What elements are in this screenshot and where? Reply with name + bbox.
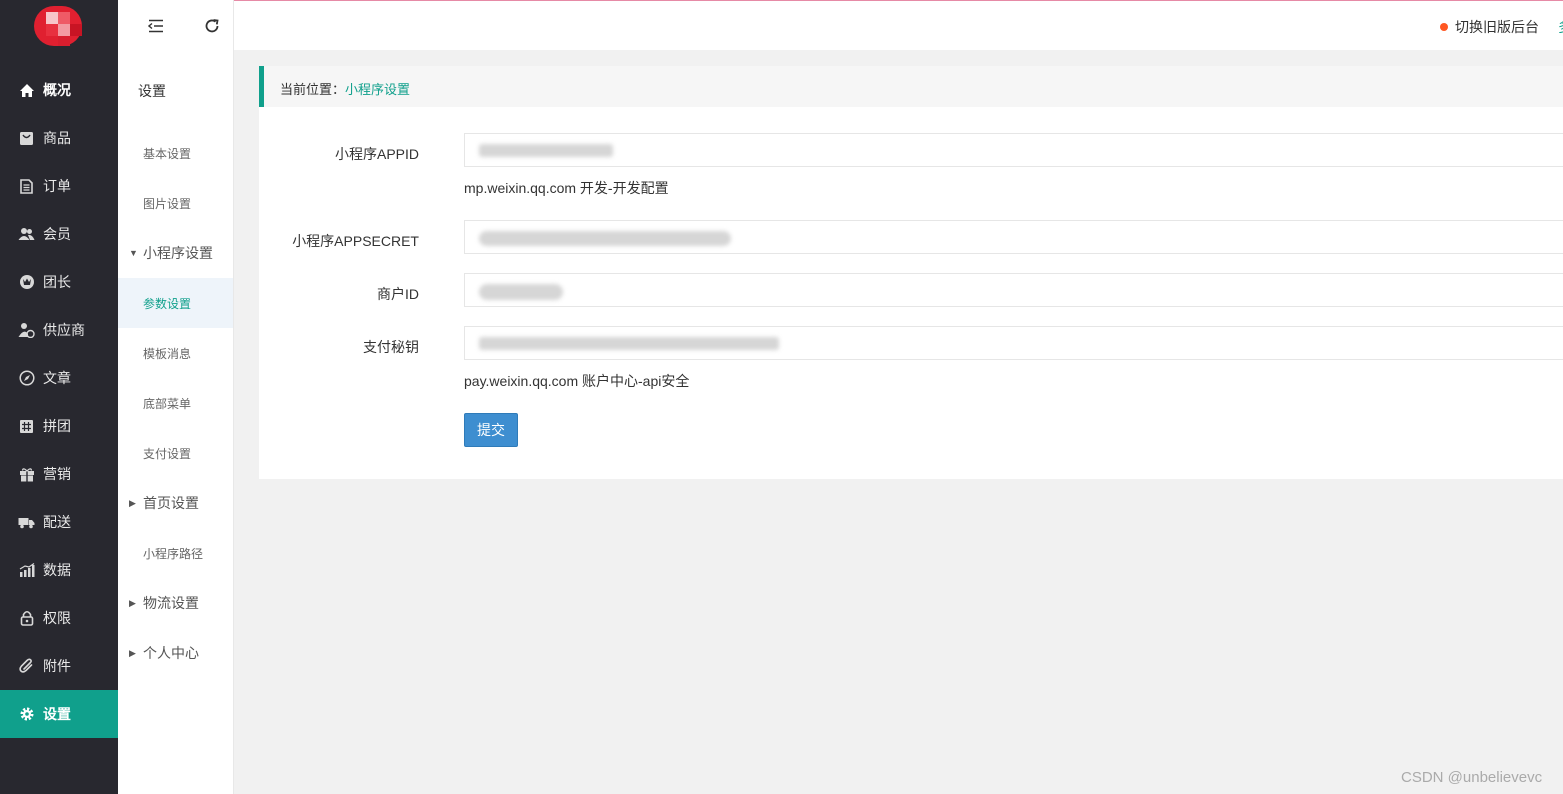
nav-item-label: 商品 — [43, 130, 71, 146]
nav-item-overview[interactable]: 概况 — [0, 66, 118, 114]
nav-item-label: 订单 — [43, 178, 71, 194]
appid-label: 小程序APPID — [334, 146, 419, 162]
refresh-icon[interactable] — [201, 15, 223, 37]
caret-right-icon: ▶ — [129, 497, 136, 508]
masked-value — [479, 284, 563, 300]
nav-item-data[interactable]: 数据 — [0, 546, 118, 594]
masked-value — [479, 144, 613, 157]
masked-value — [479, 337, 779, 350]
compass-icon — [18, 370, 35, 387]
nav-item-label: 配送 — [43, 514, 71, 530]
grid-icon — [18, 418, 35, 435]
paperclip-icon — [18, 658, 35, 675]
supplier-icon — [18, 322, 35, 339]
subnav-group-homepage[interactable]: ▶ 首页设置 — [118, 478, 233, 528]
content-panel: 当前位置：小程序设置 小程序APPID mp.weixin.qq.com 开发-… — [259, 66, 1563, 479]
subnav-item-basic[interactable]: 基本设置 — [118, 128, 233, 178]
nav-item-settings[interactable]: 设置 — [0, 690, 118, 738]
shopping-bag-icon — [18, 130, 35, 147]
pay-key-label: 支付秘钥 — [363, 339, 419, 355]
nav-item-suppliers[interactable]: 供应商 — [0, 306, 118, 354]
pay-key-input[interactable] — [464, 326, 1563, 360]
subnav-group-miniprogram[interactable]: ▼ 小程序设置 — [118, 228, 233, 278]
settings-subnav: 设置 基本设置 图片设置 ▼ 小程序设置 参数设置 模板消息 底部菜单 支付设置… — [118, 0, 234, 794]
nav-item-group-buy[interactable]: 拼团 — [0, 402, 118, 450]
nav-item-label: 权限 — [43, 610, 71, 626]
main-sidebar: 概况 商品 订单 会员 团长 供应商 文章 拼团 营销 配送 数据 权限 附件 … — [0, 0, 118, 794]
appid-hint: mp.weixin.qq.com 开发-开发配置 — [464, 180, 669, 196]
logo — [34, 2, 84, 52]
nav-item-label: 概况 — [43, 82, 71, 98]
collapse-menu-icon[interactable] — [145, 15, 167, 37]
nav-item-orders[interactable]: 订单 — [0, 162, 118, 210]
nav-item-permissions[interactable]: 权限 — [0, 594, 118, 642]
gift-icon — [18, 466, 35, 483]
nav-item-label: 供应商 — [43, 322, 85, 338]
nav-item-label: 设置 — [43, 706, 71, 722]
breadcrumb-current[interactable]: 小程序设置 — [345, 82, 410, 97]
nav-item-label: 拼团 — [43, 418, 71, 434]
document-icon — [18, 178, 35, 195]
chart-icon — [18, 562, 35, 579]
nav-item-marketing[interactable]: 营销 — [0, 450, 118, 498]
subnav-item-images[interactable]: 图片设置 — [118, 178, 233, 228]
appid-input[interactable] — [464, 133, 1563, 167]
header-extra-text[interactable]: 多 — [1558, 17, 1563, 33]
caret-right-icon: ▶ — [129, 597, 136, 608]
nav-item-label: 营销 — [43, 466, 71, 482]
nav-item-products[interactable]: 商品 — [0, 114, 118, 162]
subnav-item-bottom-menu[interactable]: 底部菜单 — [118, 378, 233, 428]
subnav-item-payment[interactable]: 支付设置 — [118, 428, 233, 478]
gear-icon — [18, 706, 35, 723]
caret-right-icon: ▶ — [129, 647, 136, 658]
merchant-id-input[interactable] — [464, 273, 1563, 307]
lock-icon — [18, 610, 35, 627]
appsecret-label: 小程序APPSECRET — [292, 233, 419, 249]
caret-down-icon: ▼ — [129, 248, 138, 258]
switch-old-label: 切换旧版后台 — [1455, 19, 1539, 35]
nav-item-label: 文章 — [43, 370, 71, 386]
subnav-title: 设置 — [138, 83, 166, 99]
nav-item-label: 附件 — [43, 658, 71, 674]
appsecret-input[interactable] — [464, 220, 1563, 254]
nav-item-attachments[interactable]: 附件 — [0, 642, 118, 690]
subnav-group-logistics[interactable]: ▶ 物流设置 — [118, 578, 233, 628]
breadcrumb: 当前位置：小程序设置 — [259, 66, 1563, 107]
nav-item-delivery[interactable]: 配送 — [0, 498, 118, 546]
status-dot-icon — [1440, 23, 1448, 31]
nav-item-label: 数据 — [43, 562, 71, 578]
users-icon — [18, 226, 35, 243]
pay-key-hint: pay.weixin.qq.com 账户中心-api安全 — [464, 373, 690, 389]
subnav-item-params[interactable]: 参数设置 — [118, 278, 233, 328]
truck-icon — [18, 514, 35, 531]
nav-item-members[interactable]: 会员 — [0, 210, 118, 258]
top-header: 切换旧版后台 多 — [148, 1, 1563, 50]
home-icon — [18, 82, 35, 99]
merchant-id-label: 商户ID — [377, 286, 419, 302]
subnav-item-template-msg[interactable]: 模板消息 — [118, 328, 233, 378]
nav-item-leaders[interactable]: 团长 — [0, 258, 118, 306]
breadcrumb-prefix: 当前位置： — [280, 82, 346, 97]
subnav-item-miniprogram-path[interactable]: 小程序路径 — [118, 528, 233, 578]
main-nav: 概况 商品 订单 会员 团长 供应商 文章 拼团 营销 配送 数据 权限 附件 … — [0, 66, 118, 738]
subnav-group-user-center[interactable]: ▶ 个人中心 — [118, 628, 233, 678]
nav-item-label: 会员 — [43, 226, 71, 242]
nav-item-label: 团长 — [43, 274, 71, 290]
masked-value — [479, 231, 731, 246]
crown-icon — [18, 274, 35, 291]
submit-button[interactable]: 提交 — [464, 413, 518, 447]
nav-item-articles[interactable]: 文章 — [0, 354, 118, 402]
switch-old-version-link[interactable]: 切换旧版后台 — [1440, 17, 1539, 37]
watermark: CSDN @unbelievevc — [1401, 769, 1543, 786]
